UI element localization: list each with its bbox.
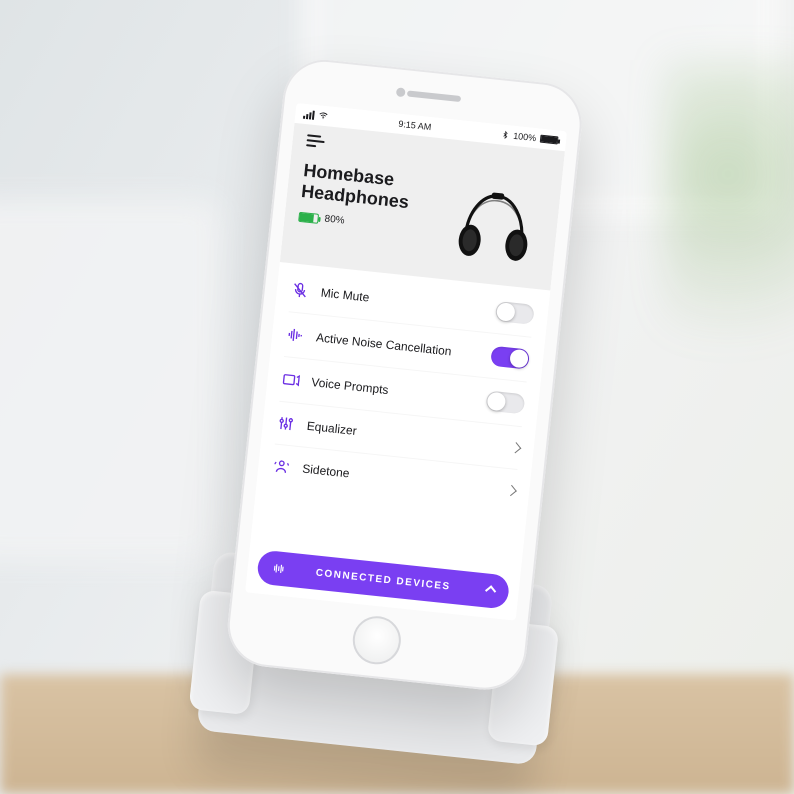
menu-icon[interactable]: [306, 134, 325, 148]
product-photo-scene: 9:15 AM 100% Homebase Headphon: [0, 0, 794, 794]
chevron-right-icon: [510, 442, 521, 453]
headphones-image: [443, 176, 547, 272]
mic-mute-label: Mic Mute: [320, 285, 485, 317]
app-screen: 9:15 AM 100% Homebase Headphon: [245, 103, 567, 621]
equalizer-label: Equalizer: [306, 418, 501, 453]
status-time: 9:15 AM: [398, 119, 432, 132]
sidetone-icon: [272, 456, 292, 476]
voice-prompts-toggle[interactable]: [485, 390, 525, 414]
signal-icon: [303, 109, 315, 119]
anc-label: Active Noise Cancellation: [315, 330, 480, 362]
bluetooth-icon: [501, 130, 510, 141]
connected-devices-label: CONNECTED DEVICES: [315, 567, 451, 592]
battery-icon: [540, 135, 559, 145]
home-button[interactable]: [350, 614, 403, 667]
sidetone-label: Sidetone: [302, 461, 497, 496]
device-battery-text: 80%: [324, 214, 345, 227]
mic-icon: [290, 280, 310, 300]
voice-prompts-label: Voice Prompts: [311, 375, 476, 407]
background-plant: [664, 60, 794, 440]
voice-prompts-icon: [281, 370, 301, 390]
wifi-icon: [318, 110, 329, 121]
phone-body: 9:15 AM 100% Homebase Headphon: [224, 56, 586, 694]
phone-dock: 9:15 AM 100% Homebase Headphon: [155, 49, 656, 790]
device-battery-icon: [298, 212, 319, 224]
devices-icon: [271, 561, 286, 576]
anc-icon: [285, 325, 305, 345]
device-hero: Homebase Headphones 80%: [280, 123, 565, 291]
settings-list: Mic Mute Active Noise Cancellation Voice…: [250, 262, 550, 571]
anc-toggle[interactable]: [490, 346, 530, 370]
chevron-up-icon: [485, 585, 496, 596]
status-battery-text: 100%: [513, 131, 537, 143]
device-title: Homebase Headphones: [300, 160, 412, 212]
mic-mute-toggle[interactable]: [495, 301, 535, 325]
equalizer-icon: [276, 414, 296, 434]
chevron-right-icon: [506, 485, 517, 496]
